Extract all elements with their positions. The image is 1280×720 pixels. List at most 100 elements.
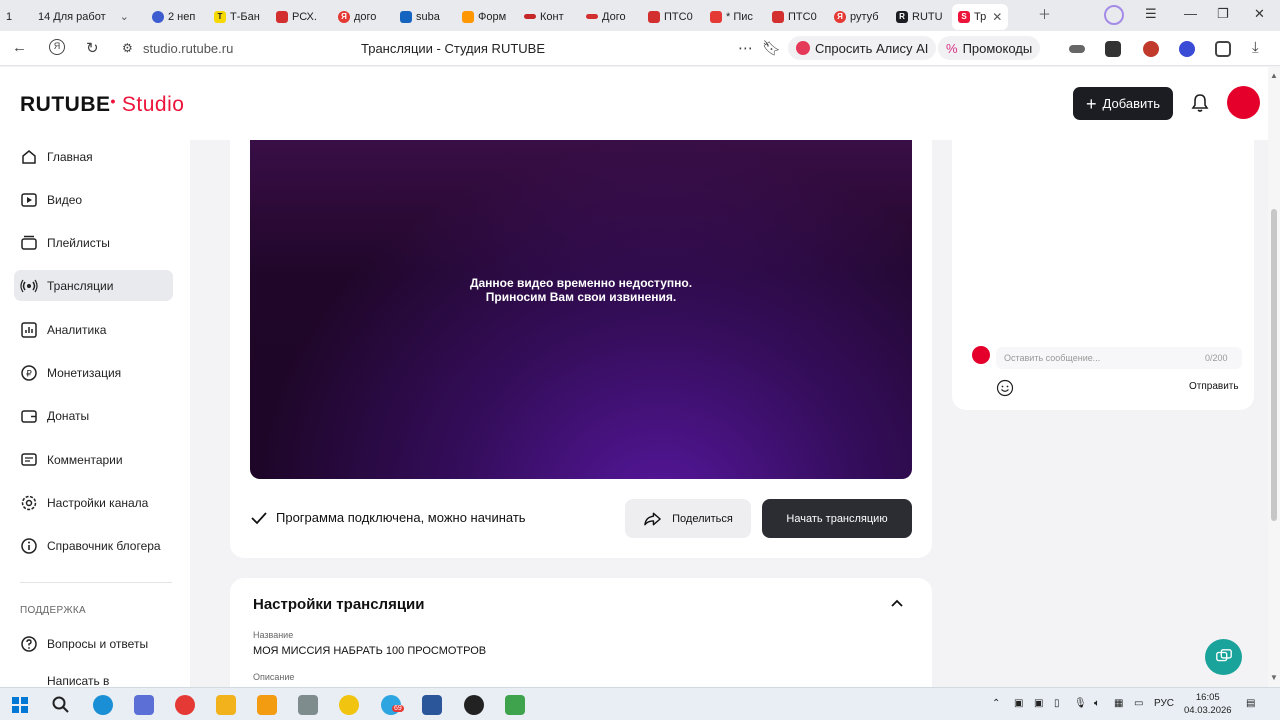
- language-indicator[interactable]: РУС: [1154, 698, 1174, 709]
- tab-favicon-icon: [586, 14, 598, 19]
- scroll-down-icon[interactable]: ▼: [1270, 673, 1278, 682]
- extension-icon[interactable]: [1215, 41, 1231, 57]
- notifications-icon[interactable]: ▤: [1246, 698, 1255, 709]
- tab-label: ПТС0: [788, 10, 817, 23]
- taskbar-clock[interactable]: 16:05 04.03.2026: [1184, 691, 1232, 717]
- windows-start-icon[interactable]: [10, 695, 30, 715]
- browser-tab[interactable]: subа: [394, 4, 456, 30]
- extension-icon[interactable]: [1143, 41, 1159, 57]
- alice-icon[interactable]: [1104, 5, 1124, 25]
- battery-icon[interactable]: ▭: [1134, 698, 1143, 709]
- minimize-icon[interactable]: —: [1184, 6, 1197, 21]
- close-window-icon[interactable]: ✕: [1254, 6, 1265, 22]
- network-icon[interactable]: ▦: [1114, 698, 1123, 709]
- promo-button[interactable]: % Промокоды: [938, 36, 1041, 60]
- extension-icon[interactable]: [1069, 45, 1085, 53]
- explorer-icon[interactable]: [216, 695, 236, 715]
- sidebar-item-donations[interactable]: Донаты: [14, 400, 173, 431]
- store-icon[interactable]: [134, 695, 154, 715]
- browser-tab[interactable]: Конт: [518, 4, 580, 30]
- tray-app-icon[interactable]: ▯: [1054, 698, 1060, 709]
- volume-icon[interactable]: 🔈︎: [1094, 698, 1100, 709]
- sidebar-item-home[interactable]: Главная: [14, 141, 173, 172]
- tray-app-icon[interactable]: ▣: [1014, 698, 1023, 709]
- player-message-line1: Данное видео временно недоступно.: [469, 276, 693, 290]
- browser-tab[interactable]: 2 неп: [146, 4, 208, 30]
- avatar[interactable]: [1227, 86, 1260, 119]
- url-field[interactable]: studio.rutube.ru: [143, 41, 233, 56]
- clock-app-icon[interactable]: [464, 695, 484, 715]
- share-button-label: Поделиться: [672, 512, 733, 525]
- rutube-studio-logo[interactable]: RUTUBE• Studio: [20, 93, 184, 117]
- microphone-icon[interactable]: 🎙︎: [1074, 698, 1087, 709]
- browser-tab[interactable]: РСХ.: [270, 4, 332, 30]
- sidebar-item-write-us[interactable]: Написать в: [14, 670, 173, 687]
- bookmark-icon[interactable]: 🔖︎: [762, 39, 781, 57]
- sidebar-item-broadcasts[interactable]: Трансляции: [14, 270, 173, 301]
- app-icon[interactable]: [298, 695, 318, 715]
- logo-studio: Studio: [121, 93, 185, 116]
- sidebar-item-analytics[interactable]: Аналитика: [14, 314, 173, 345]
- media-player-icon[interactable]: [257, 695, 277, 715]
- ask-alice-button[interactable]: Спросить Алису AI: [788, 36, 937, 60]
- yandex-taskbar-icon[interactable]: [175, 695, 195, 715]
- browser-tab[interactable]: ПТС0: [642, 4, 704, 30]
- tab-label: Дого: [602, 10, 626, 23]
- browser-tab[interactable]: R RUTU: [890, 4, 952, 30]
- restore-icon[interactable]: ❐: [1217, 6, 1229, 22]
- scroll-up-icon[interactable]: ▲: [1270, 71, 1278, 80]
- sidebar-item-monetization[interactable]: ₽ Монетизация: [14, 357, 173, 388]
- back-icon[interactable]: ←: [12, 39, 27, 56]
- add-button[interactable]: + Добавить: [1073, 87, 1173, 120]
- start-broadcast-button[interactable]: Начать трансляцию: [762, 499, 912, 538]
- page-scrollbar[interactable]: ▲ ▼: [1268, 67, 1280, 687]
- browser-tab[interactable]: Ядого: [332, 4, 394, 30]
- browser-tab[interactable]: Дого: [580, 4, 642, 30]
- bell-icon[interactable]: [1190, 93, 1210, 113]
- yandex-browser-icon[interactable]: [339, 695, 359, 715]
- yandex-icon[interactable]: Я: [49, 39, 65, 55]
- download-icon[interactable]: ⤓: [1252, 39, 1259, 56]
- chat-send-button[interactable]: Отправить: [1189, 381, 1239, 392]
- browser-tab[interactable]: ПТС0: [766, 4, 828, 30]
- reload-icon[interactable]: ↻: [86, 39, 99, 57]
- browser-tab[interactable]: Форм: [456, 4, 518, 30]
- main-content: Данное видео временно недоступно. Принос…: [190, 140, 1268, 687]
- sidebar-item-video[interactable]: Видео: [14, 184, 173, 215]
- site-info-icon[interactable]: ⚙: [122, 41, 133, 55]
- tray-chevron-icon[interactable]: ⌃: [992, 698, 1000, 709]
- sidebar-item-faq[interactable]: Вопросы и ответы: [14, 628, 173, 659]
- tray-app-icon[interactable]: ▣: [1034, 698, 1043, 709]
- emoji-icon[interactable]: [996, 379, 1014, 397]
- close-tab-icon[interactable]: ✕: [992, 10, 1002, 24]
- video-player[interactable]: Данное видео временно недоступно. Принос…: [250, 140, 912, 479]
- ruble-icon: ₽: [21, 364, 37, 381]
- chevron-down-icon[interactable]: ⌄: [120, 10, 129, 23]
- edge-icon[interactable]: [93, 695, 113, 715]
- word-icon[interactable]: [422, 695, 442, 715]
- support-chat-button[interactable]: [1205, 639, 1242, 675]
- extension-icon[interactable]: [1179, 41, 1195, 57]
- name-field-value[interactable]: МОЯ МИССИЯ НАБРАТЬ 100 ПРОСМОТРОВ: [253, 645, 486, 657]
- sidebar-item-blogger-guide[interactable]: Справочник блогера: [14, 530, 173, 561]
- sidebar-item-comments[interactable]: Комментарии: [14, 444, 173, 475]
- name-field-label: Название: [253, 630, 294, 640]
- sidebar-item-playlists[interactable]: Плейлисты: [14, 227, 173, 258]
- chevron-up-icon[interactable]: [890, 596, 904, 610]
- sidebar-item-channel-settings[interactable]: Настройки канала: [14, 487, 173, 518]
- browser-tab-active[interactable]: S Тр ✕: [952, 3, 1008, 30]
- menu-icon[interactable]: ☰: [1145, 6, 1157, 22]
- minecraft-icon[interactable]: [505, 695, 525, 715]
- browser-tab[interactable]: 14 Для работ ⌄: [32, 4, 146, 30]
- scrollbar-thumb[interactable]: [1271, 209, 1277, 521]
- search-icon[interactable]: [51, 695, 71, 715]
- share-button[interactable]: Поделиться: [625, 499, 751, 538]
- more-icon[interactable]: ⋯: [738, 39, 753, 57]
- telegram-icon[interactable]: 69: [381, 695, 404, 715]
- browser-tab[interactable]: * Пис: [704, 4, 766, 30]
- browser-tab[interactable]: T Т-Бан: [208, 4, 270, 30]
- browser-tab[interactable]: 1: [0, 4, 32, 30]
- extension-icon[interactable]: [1105, 41, 1121, 57]
- browser-tab[interactable]: Ярутуб: [828, 4, 890, 30]
- new-tab-icon[interactable]: ＋: [1038, 4, 1051, 23]
